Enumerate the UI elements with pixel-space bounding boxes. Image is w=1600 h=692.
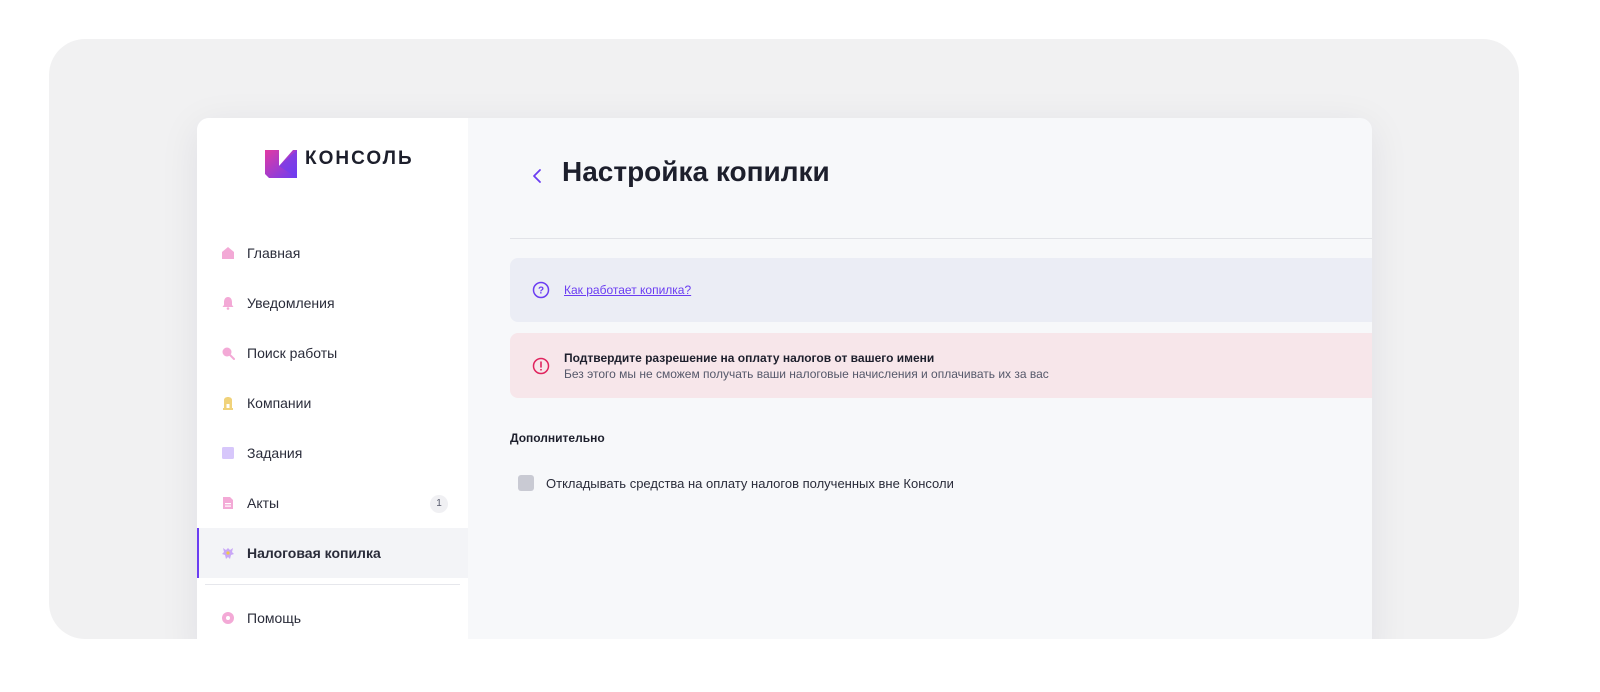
warning-banner: Подтвердите разрешение на оплату налогов… xyxy=(510,333,1372,398)
logo-text: КОНСОЛЬ xyxy=(305,148,414,169)
page-title: Настройка копилки xyxy=(562,156,830,187)
emblem-icon xyxy=(221,546,235,560)
warning-subtitle: Без этого мы не сможем получать ваши нал… xyxy=(564,366,1049,381)
sidebar-item-emblem[interactable]: Налоговая копилка xyxy=(197,528,468,578)
search-icon xyxy=(221,346,235,360)
sidebar-item-tasks[interactable]: Задания xyxy=(197,428,468,478)
main-content: Настройка копилки ? Как работает копилка… xyxy=(468,118,1372,639)
svg-text:?: ? xyxy=(538,286,544,297)
document-icon xyxy=(221,496,235,510)
sidebar-item-label: Акты xyxy=(247,495,280,511)
sidebar-item-document[interactable]: Акты 1 xyxy=(197,478,468,528)
sidebar-item-bell[interactable]: Уведомления xyxy=(197,278,468,328)
offline-taxes-checkbox-row[interactable]: Откладывать средства на оплату налогов п… xyxy=(518,475,954,491)
sidebar-item-label: Поиск работы xyxy=(247,345,338,361)
count-badge: 1 xyxy=(430,495,448,513)
help-icon xyxy=(221,611,235,625)
warning-title: Подтвердите разрешение на оплату налогов… xyxy=(564,350,935,365)
logo[interactable]: КОНСОЛЬ xyxy=(265,148,414,180)
exclamation-circle-icon xyxy=(532,357,550,374)
app-window: КОНСОЛЬ Главная Уведомления Поиск работы Ко… xyxy=(197,118,1372,639)
offline-taxes-checkbox-label: Откладывать средства на оплату налогов п… xyxy=(546,475,954,491)
sidebar-item-home[interactable]: Главная xyxy=(197,228,468,278)
backdrop: КОНСОЛЬ Главная Уведомления Поиск работы Ко… xyxy=(49,39,1519,639)
logo-mark-icon xyxy=(265,150,297,178)
home-icon xyxy=(221,246,235,260)
chevron-left-icon[interactable] xyxy=(530,166,544,186)
tasks-icon xyxy=(221,446,235,460)
building-icon xyxy=(221,396,235,410)
sidebar-item-building[interactable]: Компании xyxy=(197,378,468,428)
sidebar-item-label: Главная xyxy=(247,245,301,261)
section-title: Дополнительно xyxy=(510,431,605,445)
warning-text[interactable]: Подтвердите разрешение на оплату налогов… xyxy=(564,350,1049,382)
sidebar-item-label: Помощь xyxy=(247,610,302,626)
sidebar-item-search[interactable]: Поиск работы xyxy=(197,328,468,378)
sidebar-item-label: Задания xyxy=(247,445,303,461)
info-banner: ? Как работает копилка? xyxy=(510,258,1372,322)
sidebar-item-label: Уведомления xyxy=(247,295,335,311)
sidebar-nav: Главная Уведомления Поиск работы Компании За… xyxy=(197,228,468,639)
sidebar: КОНСОЛЬ Главная Уведомления Поиск работы Ко… xyxy=(197,118,468,639)
sidebar-item-label: Компании xyxy=(247,395,312,411)
header-divider xyxy=(510,238,1372,239)
question-circle-icon: ? xyxy=(532,281,550,299)
sidebar-item-help[interactable]: Помощь xyxy=(197,593,468,639)
offline-taxes-checkbox[interactable] xyxy=(518,475,534,491)
sidebar-item-label: Налоговая копилка xyxy=(247,545,381,561)
bell-icon xyxy=(221,296,235,310)
how-it-works-link[interactable]: Как работает копилка? xyxy=(564,283,691,297)
